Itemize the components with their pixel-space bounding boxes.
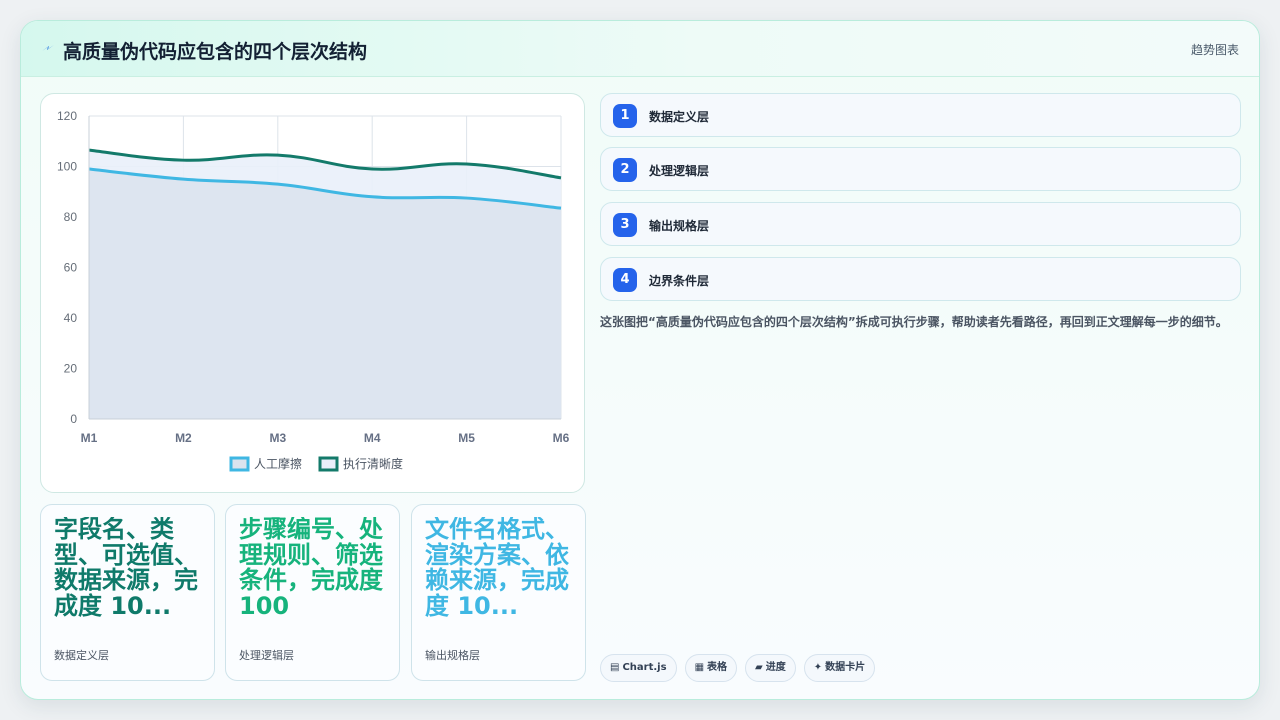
step-label: 边界条件层 <box>649 274 710 288</box>
stat-value: 步骤编号、处理规则、筛选条件，完成度 100 <box>239 517 383 620</box>
y-tick-label: 40 <box>64 311 78 325</box>
x-tick-label: M6 <box>553 431 570 445</box>
tag-chartjs[interactable]: ▤ Chart.js <box>600 654 677 682</box>
stat-value: 字段名、类型、可选值、数据来源，完成度 10... <box>54 517 198 620</box>
x-tick-label: M1 <box>81 431 98 445</box>
legend-label: 人工摩擦 <box>254 456 302 471</box>
header-tag: 趋势图表 <box>1190 43 1239 57</box>
page-title: 高质量伪代码应包含的四个层次结构 <box>63 41 368 63</box>
x-tick-label: M4 <box>364 431 381 445</box>
y-tick-label: 80 <box>64 210 78 224</box>
description: 这张图把“高质量伪代码应包含的四个层次结构”拆成可执行步骤，帮助读者先看路径，再… <box>600 315 1228 329</box>
tag-progress[interactable]: ▰ 进度 <box>745 654 796 682</box>
step-item-3[interactable]: 3 输出规格层 <box>600 202 1241 246</box>
tag-table[interactable]: ▦ 表格 <box>684 654 738 682</box>
x-tick-label: M2 <box>175 431 192 445</box>
lightning-icon <box>42 45 54 51</box>
step-number: 3 <box>613 213 637 237</box>
step-label: 数据定义层 <box>649 110 710 124</box>
stat-label: 处理逻辑层 <box>239 649 294 662</box>
stat-label: 数据定义层 <box>54 649 109 662</box>
step-item-2[interactable]: 2 处理逻辑层 <box>600 147 1241 191</box>
y-tick-label: 20 <box>64 362 78 376</box>
legend-swatch <box>318 456 339 472</box>
step-item-1[interactable]: 1 数据定义层 <box>600 93 1241 137</box>
y-tick-label: 0 <box>70 412 77 426</box>
step-label: 输出规格层 <box>649 219 710 233</box>
chart-panel: 0 20 40 60 80 100 120 M1 M2 M3 M4 M5 M6 人工摩擦 执行清晰度 <box>40 93 585 493</box>
legend-swatch <box>229 456 250 472</box>
step-item-4[interactable]: 4 边界条件层 <box>600 257 1241 301</box>
tag-label: 表格 <box>707 662 728 673</box>
y-tick-label: 100 <box>57 160 77 174</box>
y-tick-label: 60 <box>64 261 78 275</box>
step-number: 4 <box>613 268 637 292</box>
step-number: 2 <box>613 158 637 182</box>
x-tick-label: M5 <box>458 431 475 445</box>
step-number: 1 <box>613 104 637 128</box>
tag-list: ▤ Chart.js ▦ 表格 ▰ 进度 ✦ 数据卡片 <box>600 654 876 682</box>
stat-card-data: 字段名、类型、可选值、数据来源，完成度 10... 数据定义层 <box>40 504 215 681</box>
stat-label: 输出规格层 <box>425 649 480 662</box>
step-label: 处理逻辑层 <box>649 164 710 178</box>
legend-label: 执行清晰度 <box>343 456 403 471</box>
stat-value: 文件名格式、渲染方案、依赖来源，完成度 10... <box>425 517 569 620</box>
x-tick-label: M3 <box>269 431 286 445</box>
tag-label: 进度 <box>765 662 786 673</box>
tag-label: 数据卡片 <box>825 662 866 673</box>
tag-label: Chart.js <box>622 662 667 673</box>
main-card: 高质量伪代码应包含的四个层次结构 趋势图表 0 20 40 60 80 100 120 M1 M… <box>20 20 1260 700</box>
series-area <box>89 169 561 419</box>
table-icon: ▦ <box>694 662 705 673</box>
stat-card-output: 文件名格式、渲染方案、依赖来源，完成度 10... 输出规格层 <box>411 504 586 681</box>
tag-data-card[interactable]: ✦ 数据卡片 <box>803 654 876 682</box>
chart-icon: ▤ <box>610 662 620 673</box>
line-chart: 0 20 40 60 80 100 120 M1 M2 M3 M4 M5 M6 人工摩擦 执行清晰度 <box>57 109 570 472</box>
sparkle-icon: ✦ <box>813 662 823 673</box>
y-tick-label: 120 <box>57 109 77 123</box>
stat-card-logic: 步骤编号、处理规则、筛选条件，完成度 100 处理逻辑层 <box>225 504 400 681</box>
header: 高质量伪代码应包含的四个层次结构 趋势图表 <box>21 21 1259 77</box>
progress-icon: ▰ <box>755 662 763 673</box>
